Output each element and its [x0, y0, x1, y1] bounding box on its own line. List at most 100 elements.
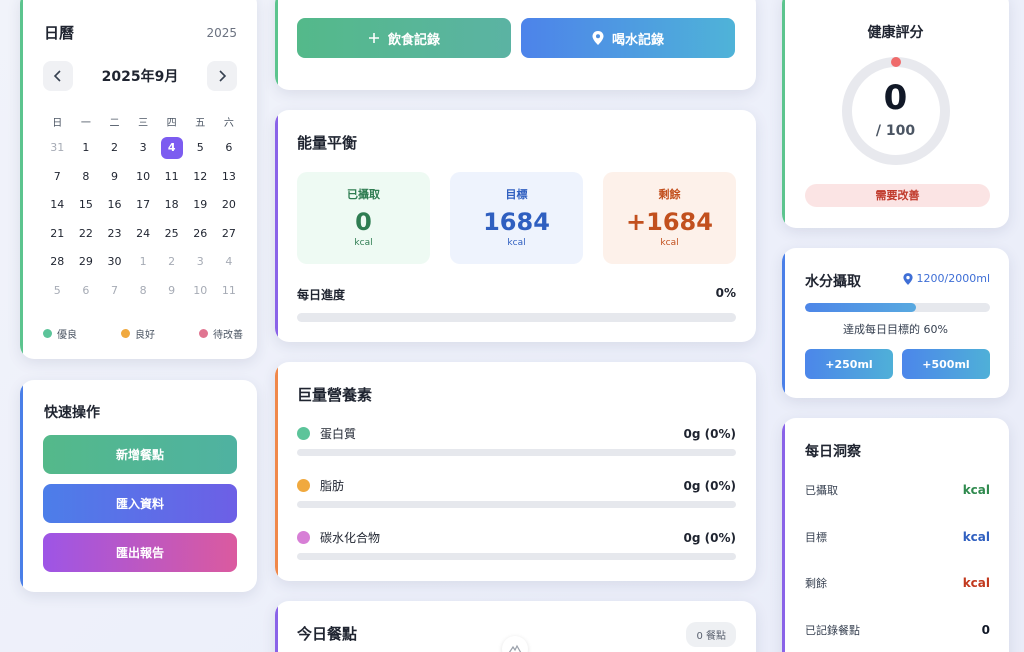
calendar-day[interactable]: 20 [215, 191, 244, 220]
calendar-day-number: 7 [110, 283, 118, 297]
calendar-day[interactable]: 10 [129, 163, 158, 192]
export-report-button[interactable]: 匯出報告 [43, 533, 237, 572]
calendar-day[interactable]: 18 [157, 191, 186, 220]
calendar-card: 日曆 2025 2025年9月 日一二三四五六 31 1 2 3 4 5 6 7 8 9 10 11 12… [20, 0, 257, 359]
calendar-day-number: 22 [78, 226, 93, 240]
calendar-day[interactable]: 2 [100, 134, 129, 163]
water-record-button[interactable]: 喝水記錄 [521, 18, 735, 58]
intake-unit: kcal [354, 238, 373, 248]
next-month-button[interactable] [207, 61, 237, 91]
calendar-day[interactable]: 3 [186, 248, 215, 277]
insight-label: 目標 [805, 531, 827, 544]
calendar-day-today[interactable]: 4 [157, 134, 186, 163]
calendar-day[interactable]: 7 [43, 163, 72, 192]
prev-month-button[interactable] [43, 61, 73, 91]
calendar-day[interactable]: 6 [72, 277, 101, 306]
remaining-label: 剩餘 [658, 188, 681, 201]
calendar-day[interactable]: 28 [43, 248, 72, 277]
insight-value: kcal [962, 530, 990, 544]
calendar-day[interactable]: 22 [72, 220, 101, 249]
calendar-day[interactable]: 13 [215, 163, 244, 192]
macro-label-group: 脂肪 [297, 477, 344, 494]
calendar-day[interactable]: 17 [129, 191, 158, 220]
insight-row: 已記錄餐點 0 [805, 622, 990, 638]
add-500ml-button[interactable]: +500ml [902, 349, 990, 379]
weekday-header: 一 [80, 118, 91, 129]
remaining-value: +1684 [626, 208, 713, 236]
calendar-day[interactable]: 9 [100, 163, 129, 192]
calendar-day[interactable]: 4 [215, 248, 244, 277]
remaining-stat: 剩餘 +1684 kcal [603, 172, 736, 264]
calendar-day-number: 4 [160, 137, 183, 159]
meal-count-badge: 0 餐點 [686, 622, 736, 647]
calendar-day-number: 10 [136, 169, 151, 183]
calendar-day-number: 17 [136, 198, 151, 212]
goal-label: 目標 [505, 188, 528, 201]
calendar-day[interactable]: 25 [157, 220, 186, 249]
calendar-day[interactable]: 12 [186, 163, 215, 192]
water-percent-text: 達成每日目標的 60% [843, 323, 948, 336]
calendar-day[interactable]: 7 [100, 277, 129, 306]
macro-value: 0g (0%) [683, 478, 736, 493]
daily-progress-value: 0% [715, 286, 736, 300]
location-pin-icon [902, 272, 913, 285]
calendar-day[interactable]: 31 [43, 134, 72, 163]
calendar-day-number: 1 [139, 255, 147, 269]
macro-color-dot [297, 531, 310, 544]
calendar-day[interactable]: 1 [72, 134, 101, 163]
calendar-day-number: 9 [110, 169, 118, 183]
meals-title: 今日餐點 [297, 625, 358, 643]
quick-actions-title: 快速操作 [44, 405, 100, 421]
intake-value: 0 [355, 208, 372, 236]
insight-label: 剩餘 [805, 577, 827, 590]
import-data-button[interactable]: 匯入資料 [43, 484, 237, 523]
calendar-day[interactable]: 16 [100, 191, 129, 220]
calendar-day[interactable]: 3 [129, 134, 158, 163]
calendar-day-number: 13 [221, 169, 236, 183]
intake-stat: 已攝取 0 kcal [297, 172, 430, 264]
remaining-unit: kcal [660, 238, 679, 248]
health-status-badge: 需要改善 [805, 184, 990, 207]
calendar-day[interactable]: 19 [186, 191, 215, 220]
calendar-day[interactable]: 14 [43, 191, 72, 220]
calendar-day-number: 31 [50, 141, 65, 154]
health-score-value: 0 [883, 78, 908, 118]
daily-progress-bar [297, 313, 736, 322]
macro-color-dot [297, 479, 310, 492]
calendar-day[interactable]: 2 [157, 248, 186, 277]
calendar-day[interactable]: 10 [186, 277, 215, 306]
energy-balance-card: 能量平衡 已攝取 0 kcal 目標 1684 kcal 剩餘 +1684 kc… [275, 110, 756, 342]
calendar-day-number: 8 [82, 169, 90, 183]
calendar-day[interactable]: 29 [72, 248, 101, 277]
add-250ml-button[interactable]: +250ml [805, 349, 893, 379]
calendar-day[interactable]: 9 [157, 277, 186, 306]
calendar-day[interactable]: 5 [43, 277, 72, 306]
calendar-day-number: 6 [82, 283, 90, 297]
calendar-day[interactable]: 1 [129, 248, 158, 277]
diet-record-button[interactable]: 飲食記錄 [297, 18, 511, 58]
calendar-day[interactable]: 11 [157, 163, 186, 192]
calendar-day[interactable]: 26 [186, 220, 215, 249]
calendar-day[interactable]: 27 [215, 220, 244, 249]
legend-dot [199, 329, 208, 338]
calendar-day[interactable]: 6 [215, 134, 244, 163]
calendar-day[interactable]: 30 [100, 248, 129, 277]
calendar-day-number: 23 [107, 226, 122, 240]
daily-progress-label: 每日進度 [297, 288, 346, 302]
diet-record-label: 飲食記錄 [387, 32, 440, 48]
calendar-day[interactable]: 11 [215, 277, 244, 306]
calendar-day[interactable]: 23 [100, 220, 129, 249]
legend-label: 優良 [57, 330, 77, 341]
calendar-day[interactable]: 8 [72, 163, 101, 192]
calendar-day[interactable]: 15 [72, 191, 101, 220]
calendar-day-number: 11 [221, 283, 236, 297]
calendar-day[interactable]: 21 [43, 220, 72, 249]
water-progress-fill [805, 303, 916, 312]
insight-value: kcal [962, 483, 990, 497]
health-score-max: / 100 [875, 123, 916, 139]
calendar-day[interactable]: 8 [129, 277, 158, 306]
calendar-day[interactable]: 5 [186, 134, 215, 163]
calendar-day-number: 30 [107, 255, 122, 269]
calendar-day[interactable]: 24 [129, 220, 158, 249]
add-meal-button[interactable]: 新增餐點 [43, 435, 237, 474]
